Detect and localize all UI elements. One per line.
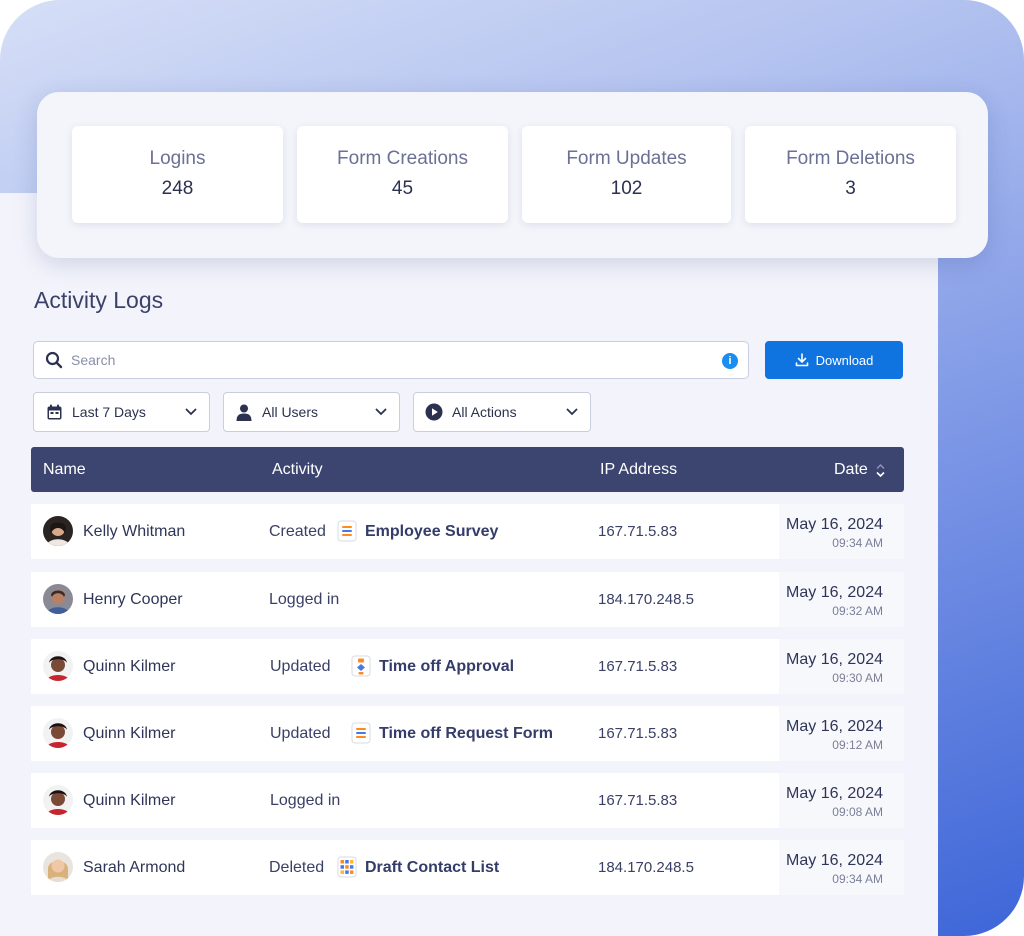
play-circle-icon	[425, 403, 443, 421]
search-box[interactable]: i	[33, 341, 749, 379]
stat-form-deletions: Form Deletions 3	[745, 126, 956, 223]
download-label: Download	[815, 352, 874, 368]
stat-form-updates: Form Updates 102	[522, 126, 731, 223]
row-name: Henry Cooper	[83, 591, 183, 608]
row-ip: 167.71.5.83	[598, 658, 678, 675]
column-header-ip[interactable]: IP Address	[600, 461, 677, 479]
table-row[interactable]: Quinn Kilmer Updated Time off Approval 1…	[31, 639, 904, 694]
stat-label: Form Updates	[566, 148, 687, 169]
row-time: 09:34 AM	[832, 536, 883, 550]
chevron-down-icon	[566, 408, 578, 416]
download-button[interactable]: Download	[765, 341, 903, 379]
row-name: Quinn Kilmer	[83, 792, 176, 809]
row-ip: 184.170.248.5	[598, 859, 694, 876]
stat-label: Logins	[149, 148, 206, 169]
table-grid-icon	[337, 856, 357, 878]
row-name: Quinn Kilmer	[83, 658, 176, 675]
actions-filter[interactable]: All Actions	[413, 392, 591, 432]
row-action: Deleted	[269, 859, 325, 876]
workflow-icon	[351, 655, 371, 677]
stat-form-creations: Form Creations 45	[297, 126, 508, 223]
row-date: May 16, 2024	[786, 516, 883, 533]
row-form-link[interactable]: Draft Contact List	[365, 859, 499, 877]
row-time: 09:32 AM	[832, 604, 883, 618]
table-row[interactable]: Quinn Kilmer Updated Time off Request Fo…	[31, 706, 904, 761]
row-date: May 16, 2024	[786, 852, 883, 869]
table-row[interactable]: Quinn Kilmer Logged in 167.71.5.83 May 1…	[31, 773, 904, 828]
form-doc-icon	[337, 520, 357, 542]
row-date-cell: May 16, 2024 09:08 AM	[779, 773, 904, 828]
chevron-down-icon	[375, 408, 387, 416]
row-time: 09:08 AM	[832, 805, 883, 819]
row-name: Kelly Whitman	[83, 523, 186, 540]
row-date-cell: May 16, 2024 09:32 AM	[779, 572, 904, 627]
row-ip: 167.71.5.83	[598, 523, 678, 540]
row-ip: 184.170.248.5	[598, 591, 694, 608]
row-date-cell: May 16, 2024 09:30 AM	[779, 639, 904, 694]
users-filter[interactable]: All Users	[223, 392, 400, 432]
download-icon	[795, 353, 808, 367]
row-date: May 16, 2024	[786, 651, 883, 668]
column-header-activity[interactable]: Activity	[272, 461, 323, 479]
row-name: Quinn Kilmer	[83, 725, 176, 742]
stat-label: Form Deletions	[786, 148, 915, 169]
column-header-date[interactable]: Date	[834, 461, 868, 479]
row-time: 09:12 AM	[832, 738, 883, 752]
row-action: Created	[269, 523, 326, 540]
info-icon[interactable]: i	[722, 353, 738, 369]
actions-filter-label: All Actions	[452, 404, 517, 420]
table-header: Name Activity IP Address Date	[31, 447, 904, 492]
row-ip: 167.71.5.83	[598, 792, 678, 809]
row-form-link[interactable]: Employee Survey	[365, 523, 498, 541]
chevron-down-icon	[185, 408, 197, 416]
stat-value: 102	[610, 178, 643, 199]
stat-label: Form Creations	[337, 148, 468, 169]
row-date-cell: May 16, 2024 09:12 AM	[779, 706, 904, 761]
sort-icon[interactable]	[876, 464, 885, 477]
search-input[interactable]	[71, 352, 748, 368]
users-filter-label: All Users	[262, 404, 319, 420]
avatar	[43, 785, 73, 815]
row-ip: 167.71.5.83	[598, 725, 678, 742]
avatar	[43, 651, 73, 681]
date-filter-label: Last 7 Days	[72, 404, 146, 420]
table-row[interactable]: Henry Cooper Logged in 184.170.248.5 May…	[31, 572, 904, 627]
search-icon	[45, 351, 63, 369]
stat-value: 45	[391, 178, 414, 199]
row-action: Logged in	[270, 792, 341, 809]
avatar	[43, 852, 73, 882]
row-form-link[interactable]: Time off Approval	[379, 658, 514, 676]
row-date: May 16, 2024	[786, 718, 883, 735]
row-action: Updated	[270, 725, 331, 742]
row-form-link[interactable]: Time off Request Form	[379, 725, 553, 743]
page-title: Activity Logs	[34, 287, 164, 313]
stat-value: 3	[845, 178, 856, 199]
avatar	[43, 516, 73, 546]
calendar-icon	[45, 403, 63, 421]
stat-value: 248	[161, 178, 194, 199]
row-date-cell: May 16, 2024 09:34 AM	[779, 840, 904, 895]
form-doc-icon	[351, 722, 371, 744]
column-header-name[interactable]: Name	[43, 461, 86, 479]
avatar	[43, 718, 73, 748]
stats-card: Logins 248 Form Creations 45 Form Update…	[37, 92, 988, 258]
avatar	[43, 584, 73, 614]
row-action: Updated	[270, 658, 331, 675]
row-date: May 16, 2024	[786, 785, 883, 802]
row-time: 09:34 AM	[832, 872, 883, 886]
table-row[interactable]: Kelly Whitman Created Employee Survey 16…	[31, 504, 904, 559]
row-name: Sarah Armond	[83, 859, 186, 876]
row-date: May 16, 2024	[786, 584, 883, 601]
stat-logins: Logins 248	[72, 126, 283, 223]
row-date-cell: May 16, 2024 09:34 AM	[779, 504, 904, 559]
row-time: 09:30 AM	[832, 671, 883, 685]
table-row[interactable]: Sarah Armond Deleted Draft Contact List …	[31, 840, 904, 895]
row-action: Logged in	[269, 591, 340, 608]
user-icon	[235, 403, 253, 421]
date-filter[interactable]: Last 7 Days	[33, 392, 210, 432]
